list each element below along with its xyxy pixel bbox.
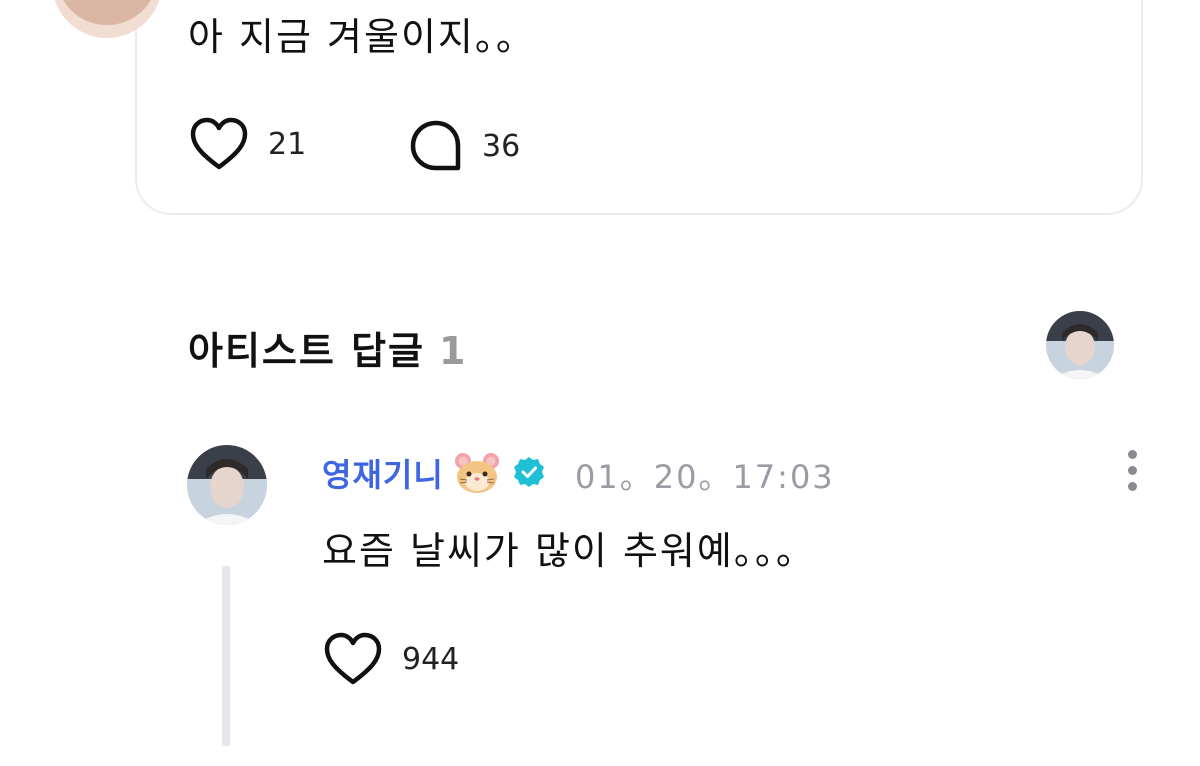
comment-bubble-icon xyxy=(410,120,461,171)
post-like-button[interactable]: 21 xyxy=(188,115,306,173)
section-title-text: 아티스트 답글 xyxy=(188,329,425,373)
heart-icon xyxy=(324,632,382,685)
reply-thread-line xyxy=(222,566,230,746)
post-text: 아 지금 겨울이지。。 xyxy=(188,15,536,59)
reply-author-name[interactable]: 영재기니 xyxy=(322,450,444,496)
post-comment-count: 36 xyxy=(482,128,521,164)
post-like-count: 21 xyxy=(268,126,307,162)
reply-author-avatar[interactable] xyxy=(187,445,267,525)
kebab-dot-icon xyxy=(1127,466,1137,475)
reply-author-portrait-image xyxy=(187,445,267,525)
hamster-face-icon xyxy=(455,453,499,493)
verified-badge-icon xyxy=(514,457,544,487)
reply-timestamp: 01。20。17:03 xyxy=(575,458,835,496)
section-reply-count: 1 xyxy=(439,329,468,373)
heart-icon xyxy=(190,117,248,170)
reply-like-count: 944 xyxy=(402,641,460,677)
kebab-dot-icon xyxy=(1127,450,1137,459)
more-options-button[interactable] xyxy=(1120,450,1144,496)
reply-text: 요즘 날씨가 많이 추워예。。。 xyxy=(322,529,816,573)
artist-avatar[interactable] xyxy=(1046,311,1114,379)
artist-portrait-image xyxy=(1046,311,1114,379)
post-comment-button[interactable]: 36 xyxy=(408,118,520,174)
artist-replies-heading: 아티스트 답글 1 xyxy=(188,320,467,375)
kebab-dot-icon xyxy=(1127,482,1137,491)
reply-like-button[interactable]: 944 xyxy=(322,630,459,688)
